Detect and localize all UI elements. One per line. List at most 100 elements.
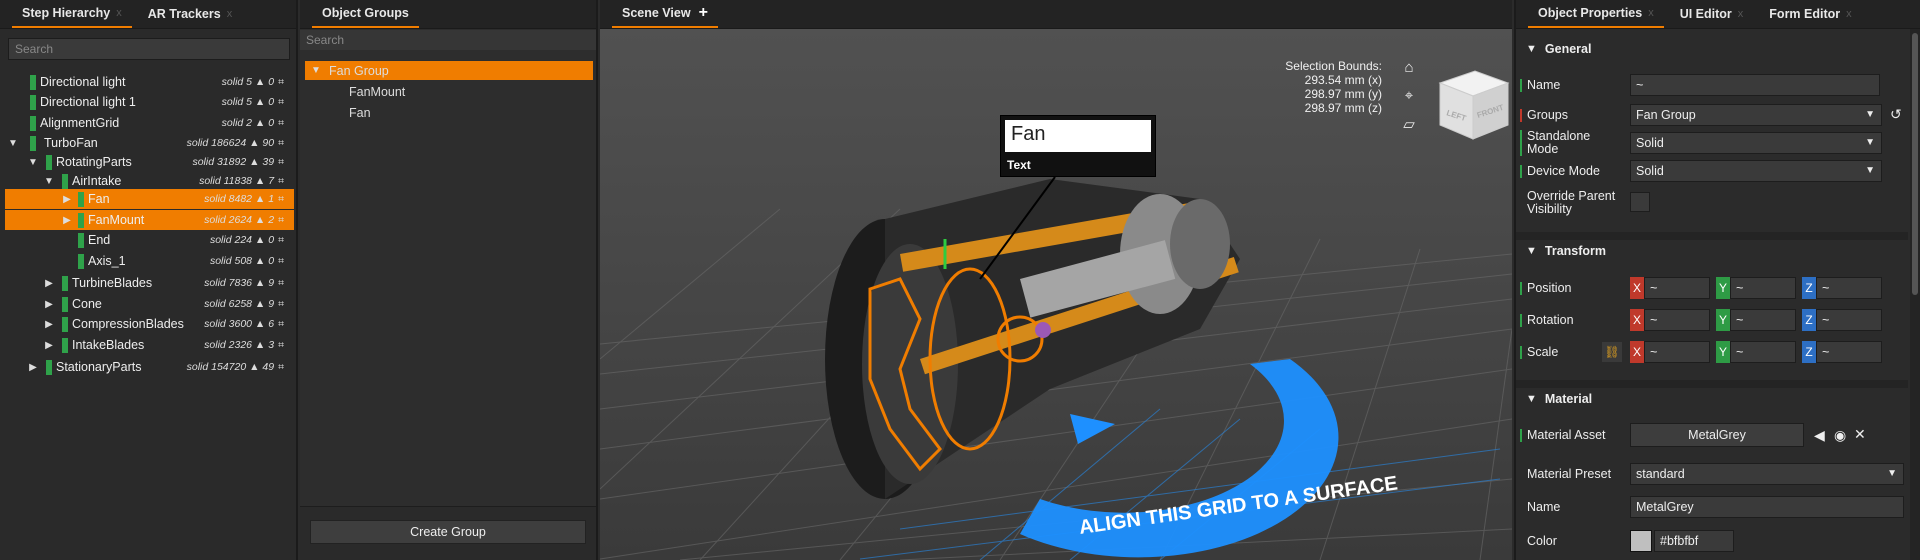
chevron-right-icon[interactable]: ▶ (61, 194, 73, 205)
close-icon[interactable]: x (1846, 8, 1852, 20)
previous-icon[interactable]: ◀ (1814, 427, 1825, 444)
chevron-down-icon[interactable]: ▼ (1526, 393, 1537, 405)
rotation-y-field[interactable]: ~ (1730, 309, 1796, 331)
pin-icon[interactable]: ⌗ (278, 76, 284, 88)
hierarchy-search-input[interactable]: Search (8, 38, 290, 60)
pin-icon[interactable]: ⌗ (278, 214, 284, 226)
chevron-down-icon[interactable]: ▼ (311, 65, 321, 76)
chevron-down-icon[interactable]: ▼ (1526, 245, 1537, 257)
pin-icon[interactable]: ⌗ (278, 117, 284, 129)
pin-icon[interactable]: ⌗ (278, 156, 284, 168)
pin-icon[interactable]: ⌗ (278, 234, 284, 246)
tree-row-directional-light-1[interactable]: Directional light 1 solid 5 ▲ 0 ⌗ (5, 92, 294, 112)
visibility-indicator[interactable] (62, 337, 68, 353)
focus-icon[interactable]: ⌖ (1397, 87, 1421, 115)
name-field[interactable]: ~ (1630, 74, 1880, 96)
pin-icon[interactable]: ⌗ (278, 255, 284, 267)
tab-ar-trackers[interactable]: AR Trackers x (138, 0, 242, 28)
rotation-z-field[interactable]: ~ (1816, 309, 1882, 331)
device-mode-select[interactable]: Solid (1630, 160, 1882, 182)
scale-y-field[interactable]: ~ (1730, 341, 1796, 363)
visibility-indicator[interactable] (78, 232, 84, 248)
position-y-field[interactable]: ~ (1730, 277, 1796, 299)
chevron-down-icon[interactable]: ▼ (1526, 43, 1537, 55)
tab-object-properties[interactable]: Object Properties x (1528, 0, 1664, 28)
tree-row-stationaryparts[interactable]: ▶ StationaryParts solid 154720 ▲ 49 ⌗ (5, 357, 294, 377)
chevron-right-icon[interactable]: ▶ (61, 215, 73, 226)
close-icon[interactable]: x (116, 7, 122, 19)
tree-row-airintake[interactable]: ▼ AirIntake solid 11838 ▲ 7 ⌗ (5, 171, 294, 191)
visibility-indicator[interactable] (30, 135, 36, 151)
scale-z-field[interactable]: ~ (1816, 341, 1882, 363)
tree-row-directional-light[interactable]: Directional light solid 5 ▲ 0 ⌗ (5, 72, 294, 92)
pin-icon[interactable]: ⌗ (278, 298, 284, 310)
pin-icon[interactable]: ⌗ (278, 318, 284, 330)
tree-row-intakeblades[interactable]: ▶ IntakeBlades solid 2326 ▲ 3 ⌗ (5, 335, 294, 355)
visibility-indicator[interactable] (30, 74, 36, 90)
group-item-fanmount[interactable]: FanMount (305, 82, 593, 101)
tree-row-axis-1[interactable]: Axis_1 solid 508 ▲ 0 ⌗ (5, 251, 294, 271)
color-swatch[interactable] (1630, 530, 1652, 552)
tree-row-end[interactable]: End solid 224 ▲ 0 ⌗ (5, 230, 294, 250)
visibility-indicator[interactable] (62, 173, 68, 189)
reset-icon[interactable]: ↺ (1890, 106, 1902, 123)
visibility-indicator[interactable] (62, 296, 68, 312)
label-text-field[interactable]: Fan (1005, 120, 1151, 152)
close-icon[interactable]: ✕ (1854, 426, 1866, 443)
camera-projection-icon[interactable]: ▱ (1397, 115, 1421, 143)
scrollbar-thumb[interactable] (1912, 33, 1918, 295)
tab-scene-view[interactable]: Scene View + (612, 0, 718, 28)
groups-select[interactable]: Fan Group (1630, 104, 1882, 126)
visibility-indicator[interactable] (46, 359, 52, 375)
chevron-down-icon[interactable]: ▼ (7, 138, 19, 149)
tab-ui-editor[interactable]: UI Editor x (1670, 0, 1754, 28)
visibility-indicator[interactable] (46, 154, 52, 170)
tree-row-fanmount[interactable]: ▶ FanMount solid 2624 ▲ 2 ⌗ (5, 210, 294, 230)
visibility-indicator[interactable] (78, 212, 84, 228)
chevron-right-icon[interactable]: ▶ (27, 362, 39, 373)
fan-label-widget[interactable]: Fan Text (1000, 115, 1156, 177)
section-material[interactable]: ▼ Material (1516, 389, 1908, 409)
pin-icon[interactable]: ⌗ (278, 339, 284, 351)
chevron-right-icon[interactable]: ▶ (43, 319, 55, 330)
tree-row-turbofan[interactable]: ▼ TurboFan solid 186624 ▲ 90 ⌗ (5, 133, 294, 153)
rotation-x-field[interactable]: ~ (1644, 309, 1710, 331)
scene-viewport[interactable]: ALIGN THIS GRID TO A SURFACE Fan Text Se… (600, 29, 1512, 560)
standalone-mode-select[interactable]: Solid (1630, 132, 1882, 154)
visibility-indicator[interactable] (62, 275, 68, 291)
chevron-right-icon[interactable]: ▶ (43, 278, 55, 289)
chevron-right-icon[interactable]: ▶ (43, 299, 55, 310)
props-scrollbar[interactable] (1910, 29, 1920, 560)
tree-row-compressionblades[interactable]: ▶ CompressionBlades solid 3600 ▲ 6 ⌗ (5, 314, 294, 334)
section-general[interactable]: ▼ General (1516, 39, 1908, 59)
pin-icon[interactable]: ⌗ (278, 361, 284, 373)
position-x-field[interactable]: ~ (1644, 277, 1710, 299)
close-icon[interactable]: x (1738, 8, 1744, 20)
visibility-indicator[interactable] (30, 115, 36, 131)
pin-icon[interactable]: ⌗ (278, 175, 284, 187)
create-group-button[interactable]: Create Group (310, 520, 586, 544)
tab-step-hierarchy[interactable]: Step Hierarchy x (12, 0, 132, 28)
link-icon[interactable]: ⛓ (1602, 342, 1622, 362)
groups-search-input[interactable]: Search (300, 30, 596, 50)
section-transform[interactable]: ▼ Transform (1516, 241, 1908, 261)
material-preset-select[interactable]: standard (1630, 463, 1904, 485)
color-hex-field[interactable]: #bfbfbf (1654, 530, 1734, 552)
tree-row-alignmentgrid[interactable]: AlignmentGrid solid 2 ▲ 0 ⌗ (5, 113, 294, 133)
visibility-indicator[interactable] (30, 94, 36, 110)
override-visibility-checkbox[interactable] (1630, 192, 1650, 212)
tree-row-fan[interactable]: ▶ Fan solid 8482 ▲ 1 ⌗ (5, 189, 294, 209)
position-z-field[interactable]: ~ (1816, 277, 1882, 299)
visibility-indicator[interactable] (78, 191, 84, 207)
close-icon[interactable]: x (1648, 7, 1654, 19)
tree-row-cone[interactable]: ▶ Cone solid 6258 ▲ 9 ⌗ (5, 294, 294, 314)
chevron-right-icon[interactable]: ▶ (43, 340, 55, 351)
tree-row-rotatingparts[interactable]: ▼ RotatingParts solid 31892 ▲ 39 ⌗ (5, 152, 294, 172)
chevron-down-icon[interactable]: ▼ (27, 157, 39, 168)
pin-icon[interactable]: ⌗ (278, 277, 284, 289)
visibility-indicator[interactable] (78, 253, 84, 269)
scale-x-field[interactable]: ~ (1644, 341, 1710, 363)
tab-object-groups[interactable]: Object Groups (312, 0, 419, 28)
visibility-indicator[interactable] (62, 316, 68, 332)
home-icon[interactable]: ⌂ (1397, 59, 1421, 87)
